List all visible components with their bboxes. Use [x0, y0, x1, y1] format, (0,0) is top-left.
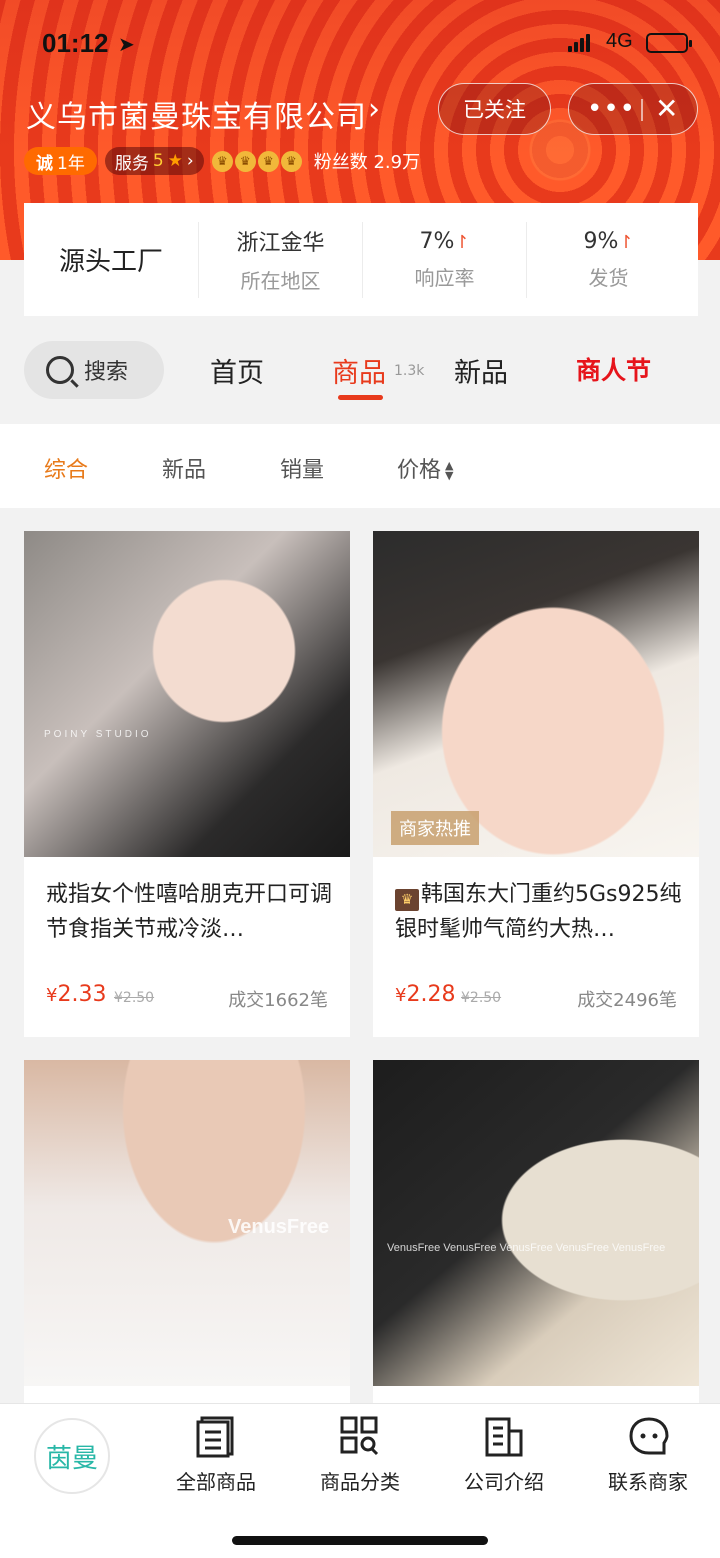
- tab-home[interactable]: 首页: [210, 351, 264, 390]
- category-button[interactable]: 商品分类: [290, 1416, 430, 1495]
- bottom-bar: 茵曼 全部商品 商品分类 公司介绍 联系商家: [0, 1403, 720, 1558]
- status-time: 01:12: [42, 28, 109, 58]
- chevron-right-icon[interactable]: ›: [368, 92, 380, 127]
- product-image[interactable]: 商家热推: [373, 531, 699, 857]
- image-watermark: POINY STUDIO: [44, 729, 152, 740]
- product-title: 戒指女个性嘻哈朋克开口可调节食指关节戒冷淡…: [46, 882, 333, 942]
- trend-up-icon: ↾: [454, 231, 470, 253]
- follow-button[interactable]: 已关注: [438, 83, 551, 135]
- crown-icon: ♛: [280, 150, 302, 172]
- crown-rating-icons: ♛ ♛ ♛ ♛: [211, 150, 302, 172]
- product-image[interactable]: VenusFree VenusFree VenusFree VenusFree …: [373, 1060, 699, 1386]
- document-list-icon: [196, 1416, 236, 1458]
- building-icon: [484, 1416, 524, 1458]
- factory-label: 源头工厂: [58, 247, 163, 277]
- tab-products[interactable]: 商品: [332, 351, 386, 390]
- close-icon[interactable]: ✕: [655, 92, 678, 125]
- cheng-years: 1年: [57, 153, 85, 174]
- mini-program-capsule: ••• ✕: [568, 83, 698, 135]
- status-bar: 01:12 ➤ 4G: [0, 28, 720, 64]
- chat-bubble-icon: [628, 1416, 669, 1458]
- product-card[interactable]: VenusFree VenusFree VenusFree VenusFree …: [373, 1060, 699, 1403]
- location-arrow-icon: ➤: [118, 32, 135, 56]
- sold-count: 成交1662笔: [228, 990, 328, 1011]
- sort-new[interactable]: 新品: [162, 452, 206, 484]
- sort-sales[interactable]: 销量: [280, 452, 324, 484]
- tab-products-count: 1.3k: [394, 363, 425, 379]
- capsule-divider: [641, 99, 643, 121]
- fans-count: 粉丝数 2.9万: [313, 152, 421, 173]
- search-button[interactable]: 搜索: [24, 341, 164, 399]
- tab-new[interactable]: 新品: [454, 351, 508, 390]
- service-score: 5: [152, 151, 164, 171]
- shop-logo[interactable]: 茵曼: [34, 1418, 110, 1494]
- product-image[interactable]: POINY STUDIO: [24, 531, 350, 857]
- product-card[interactable]: POINY STUDIO 戒指女个性嘻哈朋克开口可调节食指关节戒冷淡… ¥2.3…: [24, 531, 350, 1037]
- product-price: ¥2.33: [46, 982, 107, 1007]
- sort-bar: 综合 新品 销量 价格 ▲ ▼: [0, 424, 720, 508]
- stat-region: 浙江金华 所在地区: [198, 221, 362, 298]
- crown-icon: ♛: [257, 150, 279, 172]
- active-tab-indicator: [338, 395, 383, 400]
- signal-icon: [568, 34, 590, 52]
- shop-badges: 诚 1年 服务 5 ★ › ♛ ♛ ♛ ♛ 粉丝数 2.9万: [24, 146, 420, 176]
- product-price: ¥2.28: [395, 982, 456, 1007]
- tab-festival[interactable]: 商人节: [576, 351, 651, 387]
- sold-count: 成交2496笔: [577, 990, 677, 1011]
- original-price: ¥2.50: [461, 990, 502, 1006]
- product-card[interactable]: 商家热推 ♛ 韩国东大门重约5Gs925纯银时髦帅气简约大热… ¥2.28 ¥2.…: [373, 531, 699, 1037]
- more-icon[interactable]: •••: [587, 94, 636, 124]
- sort-arrows-icon: ▲ ▼: [445, 459, 454, 482]
- category-grid-icon: [340, 1416, 380, 1458]
- sort-price[interactable]: 价格 ▲ ▼: [397, 452, 453, 484]
- network-type: 4G: [606, 30, 633, 52]
- product-title: ♛ 韩国东大门重约5Gs925纯银时髦帅气简约大热…: [395, 882, 682, 942]
- crown-icon: ♛: [234, 150, 256, 172]
- chevron-right-icon: ›: [186, 151, 194, 171]
- all-products-button[interactable]: 全部商品: [146, 1416, 286, 1495]
- product-card[interactable]: VenusFree: [24, 1060, 350, 1403]
- crown-icon: ♛: [395, 889, 419, 911]
- product-image[interactable]: VenusFree: [24, 1060, 350, 1386]
- shop-name[interactable]: 义乌市菌曼珠宝有限公司: [26, 92, 367, 136]
- home-indicator: [232, 1536, 488, 1545]
- battery-icon: [646, 33, 692, 53]
- shop-nav: 搜索 首页 商品 1.3k 新品 商人节: [0, 317, 720, 422]
- original-price: ¥2.50: [114, 990, 155, 1006]
- contact-seller-button[interactable]: 联系商家: [578, 1416, 718, 1495]
- crown-icon: ♛: [211, 150, 233, 172]
- company-info-button[interactable]: 公司介绍: [434, 1416, 574, 1495]
- image-watermark: VenusFree: [228, 1216, 330, 1238]
- stat-response-rate: 7%↾ 响应率: [362, 221, 526, 298]
- stat-shipping: 9%↾ 发货: [526, 221, 690, 298]
- sort-default[interactable]: 综合: [44, 452, 88, 484]
- star-icon: ★: [167, 151, 183, 171]
- service-score-badge[interactable]: 服务 5 ★ ›: [104, 147, 204, 175]
- image-watermark: VenusFree VenusFree VenusFree VenusFree …: [387, 1242, 666, 1254]
- search-icon: [46, 356, 74, 384]
- trend-up-icon: ↾: [618, 231, 634, 253]
- shop-info-card: 源头工厂 浙江金华 所在地区 7%↾ 响应率 9%↾ 发货: [24, 203, 698, 316]
- hot-tag: 商家热推: [391, 811, 479, 845]
- cheng-badge: 诚 1年: [24, 147, 97, 175]
